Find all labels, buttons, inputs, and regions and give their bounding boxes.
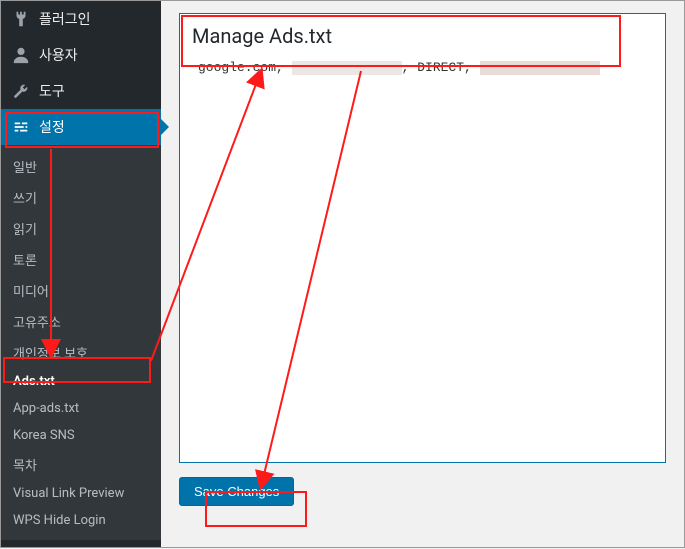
submenu-item-visual-link-preview[interactable]: Visual Link Preview (1, 480, 161, 507)
sliders-icon (11, 117, 31, 137)
page-title: Manage Ads.txt (192, 24, 653, 48)
sidebar-item-settings[interactable]: 설정 (1, 109, 161, 145)
submenu-item-general[interactable]: 일반 (1, 151, 161, 182)
user-icon (11, 45, 31, 65)
sidebar-item-tools[interactable]: 도구 (1, 73, 161, 109)
admin-sidebar: 플러그인 사용자 도구 설정 일반 쓰기 읽기 토론 미디어 고유주소 (1, 1, 161, 547)
save-changes-button[interactable]: Save Changes (179, 477, 294, 506)
submenu-item-reading[interactable]: 읽기 (1, 213, 161, 244)
main-content: Manage Ads.txt google.com, , DIRECT, Sav… (161, 1, 684, 547)
submenu-item-app-ads-txt[interactable]: App-ads.txt (1, 395, 161, 422)
submenu-item-toc[interactable]: 목차 (1, 449, 161, 480)
ads-txt-segment: , DIRECT, (402, 60, 480, 75)
ads-txt-textarea[interactable]: google.com, , DIRECT, (192, 56, 653, 79)
submenu-item-media[interactable]: 미디어 (1, 275, 161, 306)
ads-txt-panel: Manage Ads.txt google.com, , DIRECT, (179, 13, 666, 463)
wrench-icon (11, 81, 31, 101)
sidebar-item-plugins[interactable]: 플러그인 (1, 1, 161, 37)
ads-txt-segment: google.com, (198, 60, 292, 75)
submenu-item-discussion[interactable]: 토론 (1, 244, 161, 275)
submenu-item-writing[interactable]: 쓰기 (1, 182, 161, 213)
sidebar-item-label: 도구 (39, 81, 65, 101)
submenu-item-permalinks[interactable]: 고유주소 (1, 306, 161, 337)
settings-submenu: 일반 쓰기 읽기 토론 미디어 고유주소 개인정보 보호 Ads.txt App… (1, 145, 161, 540)
sidebar-item-label: 설정 (39, 117, 65, 137)
redacted-cert-id (480, 61, 600, 75)
plug-icon (11, 9, 31, 29)
sidebar-item-label: 사용자 (39, 45, 78, 65)
sidebar-item-users[interactable]: 사용자 (1, 37, 161, 73)
submenu-item-korea-sns[interactable]: Korea SNS (1, 422, 161, 449)
sidebar-item-label: 플러그인 (39, 9, 91, 29)
submenu-item-ads-txt[interactable]: Ads.txt (1, 368, 161, 395)
submenu-item-privacy[interactable]: 개인정보 보호 (1, 337, 161, 368)
submenu-item-wps-hide-login[interactable]: WPS Hide Login (1, 507, 161, 534)
redacted-publisher-id (292, 61, 402, 75)
